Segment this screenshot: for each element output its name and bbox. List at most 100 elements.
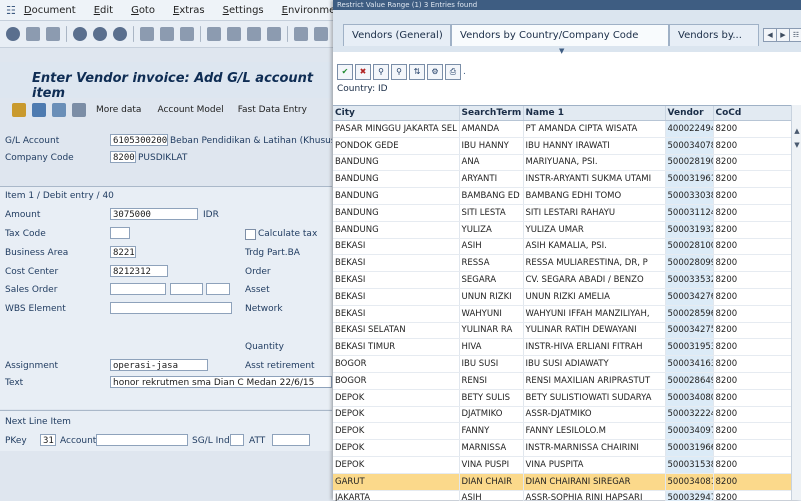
cell-vendor[interactable]: 500028190 bbox=[665, 154, 714, 172]
cell-searchterm[interactable]: ASIH bbox=[459, 490, 524, 501]
cell-vendor[interactable]: 500032947 bbox=[665, 490, 714, 501]
document-check-icon[interactable] bbox=[52, 103, 66, 117]
table-row[interactable]: PONDOK GEDE IBU HANNY IBU HANNY IRAWATI 500… bbox=[333, 137, 791, 155]
cell-cocd[interactable]: 8200 bbox=[713, 120, 791, 138]
cell-vendor[interactable]: 500031932 bbox=[665, 221, 714, 239]
cell-name1[interactable]: ASSR-DJATMIKO bbox=[523, 406, 666, 424]
cell-cocd[interactable]: 8200 bbox=[713, 322, 791, 340]
menu-settings[interactable]: Settings bbox=[223, 5, 264, 16]
cell-vendor[interactable]: 500034081 bbox=[665, 473, 714, 491]
column-header-city[interactable]: City bbox=[333, 106, 460, 121]
cell-city[interactable]: GARUT bbox=[333, 473, 460, 491]
scroll-up-icon[interactable]: ▲ bbox=[793, 127, 801, 135]
tree-icon[interactable] bbox=[12, 103, 26, 117]
cell-city[interactable]: BOGOR bbox=[333, 372, 460, 390]
column-header-vendor[interactable]: Vendor bbox=[665, 106, 714, 121]
cell-name1[interactable]: IBU HANNY IRAWATI bbox=[523, 137, 666, 155]
cell-vendor[interactable]: 500028099 bbox=[665, 254, 714, 273]
cell-name1[interactable]: SITI LESTARI RAHAYU bbox=[523, 204, 666, 222]
table-row[interactable]: BANDUNG ARYANTI INSTR-ARYANTI SUKMA UTAMI 5… bbox=[333, 170, 791, 189]
sales-order-item-field[interactable] bbox=[170, 283, 203, 295]
table-row[interactable]: BANDUNG BAMBANG ED BAMBANG EDHI TOMO 500033… bbox=[333, 187, 791, 205]
table-row[interactable]: GARUT DIAN CHAIR DIAN CHAIRANI SIREGAR 5000… bbox=[333, 473, 791, 491]
cell-cocd[interactable]: 8200 bbox=[713, 473, 791, 491]
table-row[interactable]: DEPOK FANNY FANNY LESILOLO.M 500034097 8200 bbox=[333, 422, 791, 441]
table-row[interactable]: JAKARTA ASIH ASSR-SOPHIA RINI HAPSARI 50003… bbox=[333, 490, 791, 501]
shortcut-icon[interactable] bbox=[314, 27, 328, 41]
cell-vendor[interactable]: 500031953 bbox=[665, 338, 714, 357]
cell-searchterm[interactable]: ASIH bbox=[459, 238, 524, 256]
cell-cocd[interactable]: 8200 bbox=[713, 355, 791, 373]
cell-cocd[interactable]: 8200 bbox=[713, 254, 791, 273]
cell-name1[interactable]: ASSR-SOPHIA RINI HAPSARI bbox=[523, 490, 666, 501]
table-row[interactable]: BEKASI ASIH ASIH KAMALIA, PSI. 500028100 820… bbox=[333, 238, 791, 256]
cell-name1[interactable]: YULINAR RATIH DEWAYANI bbox=[523, 322, 666, 340]
cell-name1[interactable]: CV. SEGARA ABADI / BENZO bbox=[523, 271, 666, 289]
collapse-arrow-icon[interactable]: ▼ bbox=[559, 47, 564, 55]
cell-cocd[interactable]: 8200 bbox=[713, 137, 791, 155]
new-session-icon[interactable] bbox=[294, 27, 308, 41]
cell-city[interactable]: PASAR MINGGU JAKARTA SEL bbox=[333, 120, 460, 138]
cell-city[interactable]: BEKASI bbox=[333, 238, 460, 256]
cell-cocd[interactable]: 8200 bbox=[713, 271, 791, 289]
save-icon[interactable] bbox=[46, 27, 60, 41]
cell-vendor[interactable]: 500034097 bbox=[665, 422, 714, 441]
amount-field[interactable]: 3075000 bbox=[110, 208, 198, 220]
cell-name1[interactable]: UNUN RIZKI AMELIA bbox=[523, 288, 666, 306]
table-row[interactable]: BEKASI TIMUR HIVA INSTR-HIVA ERLIANI FITRA… bbox=[333, 338, 791, 357]
cell-searchterm[interactable]: RENSI bbox=[459, 372, 524, 390]
cell-city[interactable]: BEKASI bbox=[333, 305, 460, 323]
column-header-searchterm[interactable]: SearchTerm bbox=[459, 106, 524, 121]
cell-vendor[interactable]: 500033532 bbox=[665, 271, 714, 289]
cell-city[interactable]: DEPOK bbox=[333, 422, 460, 441]
cell-city[interactable]: BEKASI SELATAN bbox=[333, 322, 460, 340]
table-row[interactable]: BOGOR IBU SUSI IBU SUSI ADIAWATY 500034163 8… bbox=[333, 355, 791, 373]
table-row[interactable]: DEPOK VINA PUSPI VINA PUSPITA 500031538 8200 bbox=[333, 456, 791, 474]
cell-cocd[interactable]: 8200 bbox=[713, 439, 791, 457]
cell-vendor[interactable]: 500032224 bbox=[665, 406, 714, 424]
find-icon[interactable] bbox=[160, 27, 174, 41]
cell-name1[interactable]: PT AMANDA CIPTA WISATA bbox=[523, 120, 666, 138]
cell-searchterm[interactable]: MARNISSA bbox=[459, 439, 524, 457]
print-icon[interactable]: ⎙ bbox=[445, 64, 461, 80]
settings-icon[interactable]: ⚙ bbox=[427, 64, 443, 80]
cell-city[interactable]: DEPOK bbox=[333, 389, 460, 407]
company-code-field[interactable]: 8200 bbox=[110, 151, 136, 163]
column-header-name1[interactable]: Name 1 bbox=[523, 106, 666, 121]
cell-searchterm[interactable]: UNUN RIZKI bbox=[459, 288, 524, 306]
table-row[interactable]: DEPOK BETY SULIS BETY SULISTIOWATI SUDARYA… bbox=[333, 389, 791, 407]
cell-searchterm[interactable]: IBU HANNY bbox=[459, 137, 524, 155]
menu-goto[interactable]: Goto bbox=[131, 5, 155, 16]
cell-searchterm[interactable]: FANNY bbox=[459, 422, 524, 441]
find-next-icon[interactable] bbox=[180, 27, 194, 41]
cell-city[interactable]: DEPOK bbox=[333, 406, 460, 424]
cell-city[interactable]: BEKASI bbox=[333, 271, 460, 289]
cell-searchterm[interactable]: YULINAR RA bbox=[459, 322, 524, 340]
cost-center-field[interactable]: 8212312 bbox=[110, 265, 168, 277]
cell-city[interactable]: DEPOK bbox=[333, 456, 460, 474]
account-model-button[interactable]: Account Model bbox=[157, 105, 223, 115]
cancel-icon[interactable] bbox=[113, 27, 127, 41]
cell-vendor[interactable]: 500034080 bbox=[665, 389, 714, 407]
cell-name1[interactable]: INSTR-HIVA ERLIANI FITRAH bbox=[523, 338, 666, 357]
cell-vendor[interactable]: 500033038 bbox=[665, 187, 714, 205]
tab-vendors-by-more[interactable]: Vendors by... bbox=[669, 24, 759, 46]
cell-city[interactable]: BEKASI bbox=[333, 254, 460, 273]
posting-key-field[interactable]: 31 bbox=[40, 434, 56, 446]
cell-searchterm[interactable]: RESSA bbox=[459, 254, 524, 273]
special-gl-indicator-field[interactable] bbox=[230, 434, 244, 446]
cell-searchterm[interactable]: ARYANTI bbox=[459, 170, 524, 189]
cell-vendor[interactable]: 500034276 bbox=[665, 288, 714, 306]
cell-vendor[interactable]: 500028649 bbox=[665, 372, 714, 390]
table-row[interactable]: BANDUNG ANA MARIYUANA, PSI. 500028190 8200 bbox=[333, 154, 791, 172]
cell-name1[interactable]: YULIZA UMAR bbox=[523, 221, 666, 239]
cell-city[interactable]: BEKASI TIMUR bbox=[333, 338, 460, 357]
menu-edit[interactable]: Edit bbox=[94, 5, 113, 16]
menu-extras[interactable]: Extras bbox=[173, 5, 205, 16]
cell-cocd[interactable]: 8200 bbox=[713, 372, 791, 390]
back-icon[interactable] bbox=[73, 27, 87, 41]
cell-searchterm[interactable]: YULIZA bbox=[459, 221, 524, 239]
cell-vendor[interactable]: 500031538 bbox=[665, 456, 714, 474]
cell-city[interactable]: DEPOK bbox=[333, 439, 460, 457]
cell-city[interactable]: BANDUNG bbox=[333, 154, 460, 172]
